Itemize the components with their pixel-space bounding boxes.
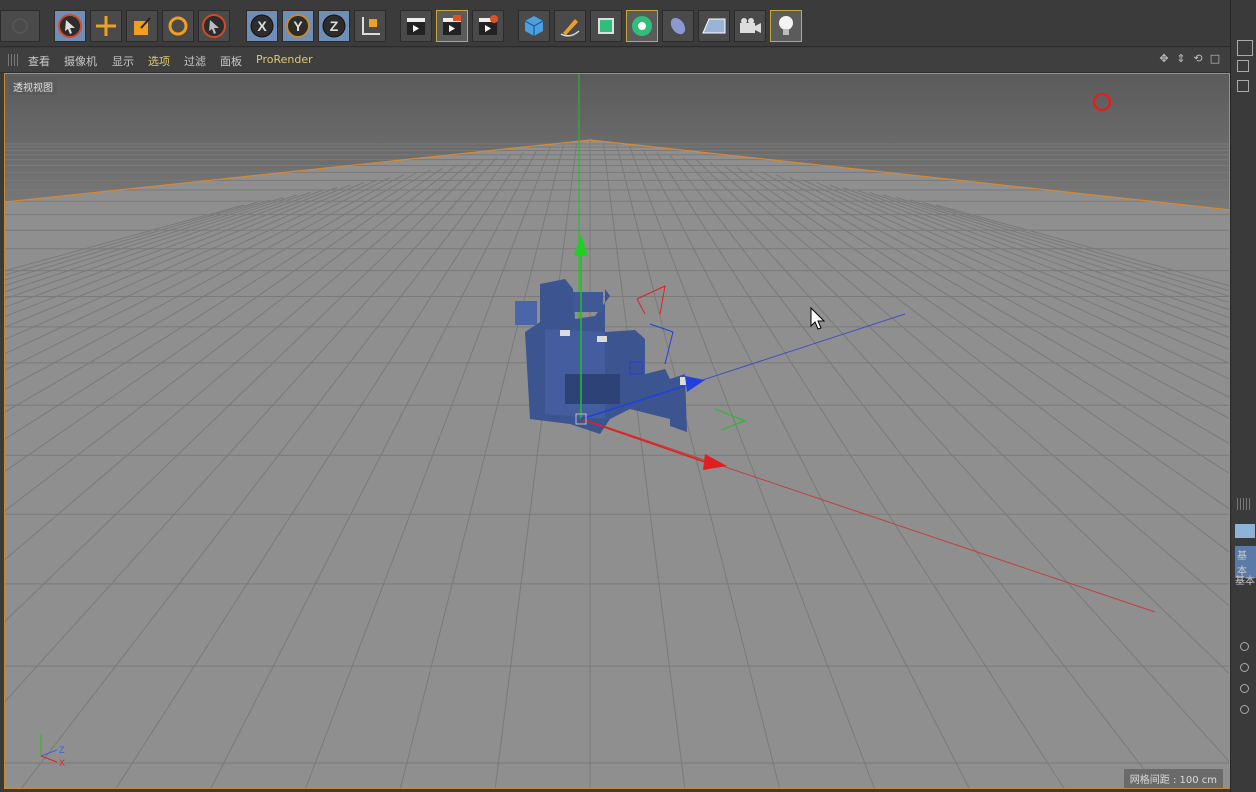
- x-axis-button[interactable]: X: [246, 10, 278, 42]
- lightbulb-icon: [779, 16, 793, 35]
- x-axis-icon: X: [250, 14, 274, 38]
- deformer-icon: [670, 17, 686, 35]
- y-axis-icon: Y: [286, 14, 310, 38]
- subdivision-icon: [598, 18, 614, 34]
- menu-view[interactable]: 查看: [28, 53, 50, 69]
- menu-display[interactable]: 显示: [112, 53, 134, 69]
- render-view-button[interactable]: [400, 10, 432, 42]
- tree-node-icon[interactable]: [1237, 60, 1249, 72]
- dolly-icon[interactable]: ⇕: [1174, 52, 1188, 66]
- world-coord-button[interactable]: [354, 10, 386, 42]
- perspective-viewport[interactable]: Z X 透视视图 网格间距 : 100 cm: [4, 73, 1230, 789]
- maximize-icon[interactable]: □: [1208, 52, 1222, 66]
- radio-option[interactable]: [1240, 663, 1249, 672]
- z-axis-icon: Z: [322, 14, 346, 38]
- floor-button[interactable]: [698, 10, 730, 42]
- viewport-nav: ✥ ⇕ ⟲ □: [1157, 52, 1222, 66]
- tree-node-icon[interactable]: [1237, 80, 1249, 92]
- radio-option[interactable]: [1240, 642, 1249, 651]
- move-tool-button[interactable]: [90, 10, 122, 42]
- section-basic[interactable]: 基本: [1235, 572, 1255, 587]
- render-picture-icon: [443, 15, 461, 35]
- axis-x-label: X: [59, 758, 65, 768]
- render-settings-icon: [479, 15, 498, 35]
- pen-icon: [560, 19, 580, 37]
- scale-tool-button[interactable]: [126, 10, 158, 42]
- grip-icon[interactable]: [8, 54, 20, 66]
- camera-icon: [740, 18, 761, 33]
- menu-camera[interactable]: 摄像机: [64, 53, 97, 69]
- grid-spacing-readout: 网格间距 : 100 cm: [1123, 769, 1223, 788]
- live-select-button[interactable]: [198, 10, 230, 42]
- radio-option[interactable]: [1240, 684, 1249, 693]
- live-select-icon: [202, 14, 226, 38]
- pan-icon[interactable]: ✥: [1157, 52, 1171, 66]
- pen-button[interactable]: [554, 10, 586, 42]
- light-button[interactable]: [770, 10, 802, 42]
- main-toolbar: X Y Z: [0, 0, 1256, 47]
- undo-icon: [12, 18, 28, 34]
- z-axis-button[interactable]: Z: [318, 10, 350, 42]
- cube-icon: [524, 16, 544, 36]
- cloner-icon: [632, 16, 652, 36]
- x-axis-label: X: [257, 18, 267, 34]
- radio-option[interactable]: [1240, 705, 1249, 714]
- coordinate-system-icon: [362, 17, 380, 35]
- camera-button[interactable]: [734, 10, 766, 42]
- render-settings-button[interactable]: [472, 10, 504, 42]
- select-tool-button[interactable]: [54, 10, 86, 42]
- scale-icon: [134, 17, 151, 35]
- deformer-button[interactable]: [662, 10, 694, 42]
- undo-button[interactable]: [0, 10, 40, 42]
- y-axis-label: Y: [293, 18, 303, 34]
- menu-filter[interactable]: 过滤: [184, 53, 206, 69]
- render-picture-button[interactable]: [436, 10, 468, 42]
- rotate-icon: [168, 16, 188, 36]
- floor-icon: [702, 18, 726, 34]
- viewport-title[interactable]: 透视视图: [9, 78, 57, 95]
- menu-options[interactable]: 选项: [148, 53, 170, 69]
- clapperboard-icon: [407, 18, 425, 35]
- grip-icon[interactable]: [1237, 498, 1251, 510]
- arrow-cursor-icon: [58, 14, 82, 38]
- cloner-button[interactable]: [626, 10, 658, 42]
- move-icon: [96, 16, 116, 36]
- right-side-panel: 基本 基本: [1230, 0, 1256, 792]
- axis-z-label: Z: [59, 745, 65, 755]
- tree-expander-icon[interactable]: [1237, 40, 1253, 56]
- attribute-icon: [1235, 524, 1255, 538]
- rotate-tool-button[interactable]: [162, 10, 194, 42]
- menu-prorender[interactable]: ProRender: [256, 53, 313, 66]
- orbit-icon[interactable]: ⟲: [1191, 52, 1205, 66]
- scene-canvas[interactable]: Z X: [5, 74, 1230, 789]
- menu-panel[interactable]: 面板: [220, 53, 242, 69]
- cube-button[interactable]: [518, 10, 550, 42]
- y-axis-button[interactable]: Y: [282, 10, 314, 42]
- z-axis-label: Z: [330, 18, 339, 34]
- subdivision-button[interactable]: [590, 10, 622, 42]
- viewport-menu-bar: 查看 摄像机 显示 选项 过滤 面板 ProRender ✥ ⇕ ⟲ □: [0, 48, 1230, 73]
